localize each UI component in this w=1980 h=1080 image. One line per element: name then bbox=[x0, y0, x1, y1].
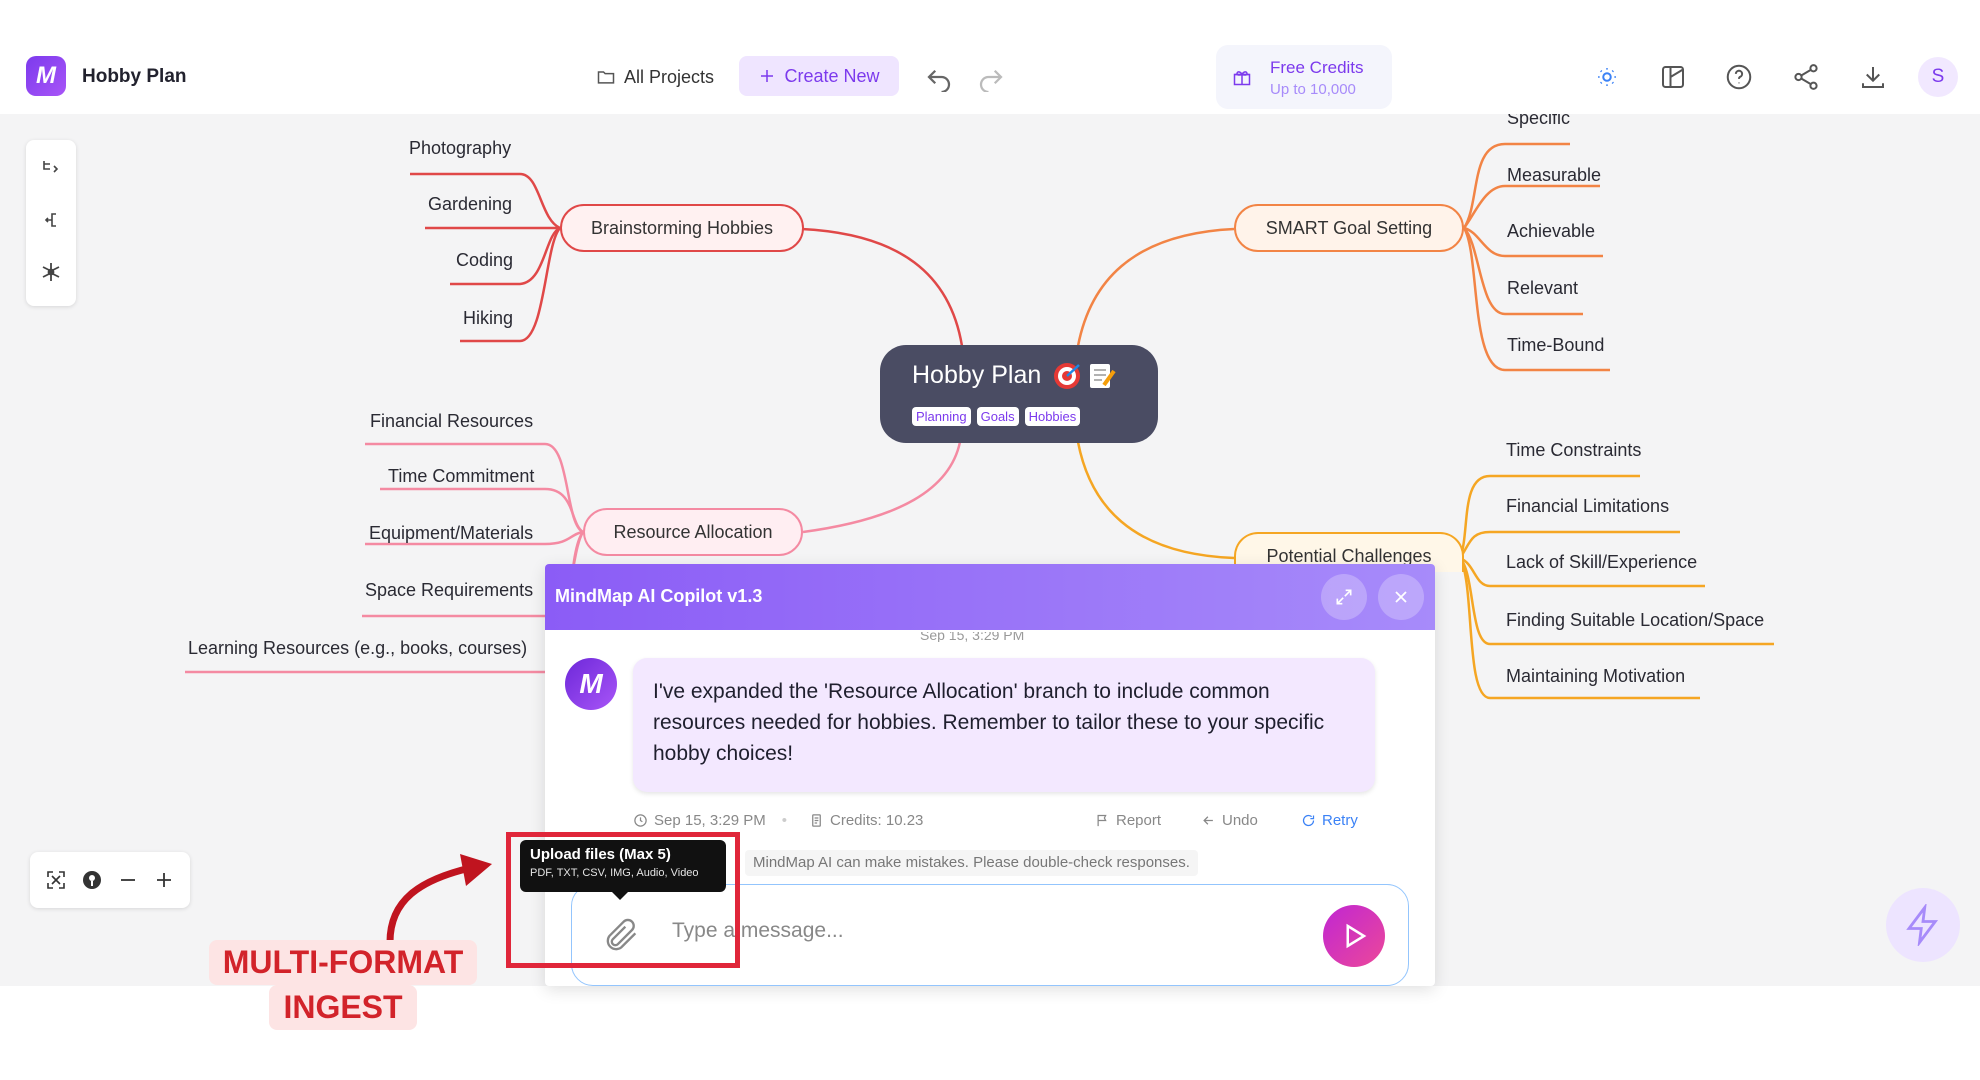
leaf-hiking[interactable]: Hiking bbox=[463, 308, 513, 329]
leaf-time-constraints[interactable]: Time Constraints bbox=[1506, 440, 1641, 461]
report-button[interactable]: Report bbox=[1095, 812, 1161, 829]
annotation-callout: MULTI-FORMAT INGEST bbox=[204, 940, 482, 1052]
undo-label: Undo bbox=[1222, 812, 1258, 829]
report-label: Report bbox=[1116, 812, 1162, 829]
plus-icon bbox=[761, 70, 774, 82]
ai-disclaimer: MindMap AI can make mistakes. Please dou… bbox=[745, 850, 1198, 876]
leaf-financial-resources[interactable]: Financial Resources bbox=[370, 411, 533, 432]
ai-quick-action-button[interactable] bbox=[1886, 888, 1960, 962]
node-smart-goal-setting[interactable]: SMART Goal Setting bbox=[1234, 204, 1464, 252]
message-timestamp: Sep 15, 3:29 PM • bbox=[633, 812, 787, 829]
undo-icon[interactable] bbox=[924, 62, 954, 92]
layout-icon[interactable] bbox=[1658, 62, 1688, 92]
share-icon[interactable] bbox=[1791, 62, 1821, 92]
send-button[interactable] bbox=[1323, 905, 1385, 967]
leaf-lack-of-skill[interactable]: Lack of Skill/Experience bbox=[1506, 552, 1697, 573]
leaf-gardening[interactable]: Gardening bbox=[428, 194, 512, 215]
tag-planning[interactable]: Planning bbox=[912, 407, 971, 426]
leaf-maintaining-motivation[interactable]: Maintaining Motivation bbox=[1506, 666, 1685, 687]
node-resource-allocation[interactable]: Resource Allocation bbox=[583, 508, 803, 556]
leaf-measurable[interactable]: Measurable bbox=[1507, 165, 1601, 186]
center-node[interactable]: Hobby Plan Planning Goals Hobbies bbox=[880, 345, 1158, 443]
retry-label: Retry bbox=[1322, 812, 1358, 829]
leaf-finding-location[interactable]: Finding Suitable Location/Space bbox=[1506, 610, 1764, 631]
send-icon bbox=[1346, 923, 1367, 949]
tag-goals[interactable]: Goals bbox=[976, 407, 1019, 426]
app-title: Hobby Plan bbox=[82, 66, 187, 87]
memo-emoji-icon bbox=[1090, 364, 1116, 388]
center-tags: Planning Goals Hobbies bbox=[912, 407, 1081, 426]
fit-view-icon[interactable] bbox=[44, 868, 68, 892]
app-root: { "header": { "app_title": "Hobby Plan",… bbox=[0, 0, 1980, 1080]
create-new-button[interactable]: Create New bbox=[739, 56, 899, 96]
leaf-relevant[interactable]: Relevant bbox=[1507, 278, 1578, 299]
assistant-message: I've expanded the 'Resource Allocation' … bbox=[633, 658, 1375, 792]
create-new-label: Create New bbox=[784, 65, 880, 86]
leaf-specific[interactable]: Specific bbox=[1507, 114, 1570, 129]
tag-hobbies[interactable]: Hobbies bbox=[1024, 407, 1081, 426]
meta-separator: • bbox=[781, 812, 788, 829]
target-emoji-icon bbox=[1054, 363, 1080, 389]
leaf-photography[interactable]: Photography bbox=[409, 138, 511, 159]
leaf-time-bound[interactable]: Time-Bound bbox=[1507, 335, 1604, 356]
message-credits: Credits: 10.23 bbox=[809, 812, 923, 829]
layout-radial-icon[interactable] bbox=[39, 260, 63, 284]
callout-line-2: INGEST bbox=[269, 985, 417, 1030]
user-avatar[interactable]: S bbox=[1918, 57, 1958, 97]
free-credits-button[interactable]: Free Credits Up to 10,000 bbox=[1216, 45, 1392, 109]
redo-icon[interactable] bbox=[976, 62, 1006, 92]
folder-icon bbox=[597, 71, 615, 84]
leaf-equipment-materials[interactable]: Equipment/Materials bbox=[369, 523, 533, 544]
credits-text: Credits: 10.23 bbox=[830, 812, 924, 829]
credits-title: Free Credits bbox=[1270, 58, 1364, 77]
zoom-out-icon[interactable] bbox=[116, 868, 140, 892]
retry-button[interactable]: Retry bbox=[1301, 812, 1358, 829]
receipt-icon bbox=[812, 814, 821, 827]
all-projects-label: All Projects bbox=[624, 66, 715, 87]
close-button[interactable] bbox=[1378, 574, 1424, 620]
zoom-in-icon[interactable] bbox=[152, 868, 176, 892]
download-icon[interactable] bbox=[1858, 62, 1888, 92]
sun-icon[interactable] bbox=[1592, 62, 1622, 92]
arrow-left-icon bbox=[1203, 816, 1213, 825]
layout-left-icon[interactable] bbox=[39, 208, 63, 232]
timestamp-text: Sep 15, 3:29 PM bbox=[654, 812, 766, 829]
top-header: M Hobby Plan All Projects Create New Fre… bbox=[0, 40, 1980, 114]
expand-button[interactable] bbox=[1321, 574, 1367, 620]
app-logo[interactable]: M bbox=[26, 56, 66, 96]
leaf-space-requirements[interactable]: Space Requirements bbox=[365, 580, 533, 601]
copilot-header: MindMap AI Copilot v1.3 bbox=[545, 564, 1435, 630]
leaf-time-commitment[interactable]: Time Commitment bbox=[388, 466, 534, 487]
message-input[interactable] bbox=[672, 913, 1272, 949]
bot-avatar: M bbox=[565, 658, 617, 710]
zoom-panel bbox=[30, 852, 190, 908]
leaf-achievable[interactable]: Achievable bbox=[1507, 221, 1595, 242]
expand-icon bbox=[1336, 589, 1352, 605]
clock-icon bbox=[634, 814, 647, 827]
credits-subtitle: Up to 10,000 bbox=[1270, 81, 1356, 98]
partial-timestamp: Sep 15, 3:29 PM bbox=[920, 632, 1025, 642]
layout-right-icon[interactable] bbox=[39, 156, 63, 180]
locate-icon[interactable] bbox=[80, 868, 104, 892]
help-icon[interactable] bbox=[1724, 62, 1754, 92]
center-node-title: Hobby Plan bbox=[912, 361, 1042, 389]
leaf-coding[interactable]: Coding bbox=[456, 250, 513, 271]
flag-icon bbox=[1097, 814, 1107, 827]
annotation-arrow-icon bbox=[386, 854, 492, 943]
leaf-financial-limitations[interactable]: Financial Limitations bbox=[1506, 496, 1669, 517]
close-icon bbox=[1395, 591, 1407, 603]
leaf-learning-resources[interactable]: Learning Resources (e.g., books, courses… bbox=[188, 638, 527, 659]
annotation-highlight-box bbox=[506, 832, 740, 968]
lightning-icon bbox=[1906, 904, 1939, 946]
copilot-title: MindMap AI Copilot v1.3 bbox=[555, 586, 763, 606]
refresh-icon bbox=[1302, 814, 1315, 827]
all-projects-button[interactable]: All Projects bbox=[590, 58, 720, 96]
gift-icon bbox=[1233, 71, 1251, 86]
node-brainstorming-hobbies[interactable]: Brainstorming Hobbies bbox=[560, 204, 804, 252]
layout-tool-panel bbox=[26, 140, 76, 306]
undo-message-button[interactable]: Undo bbox=[1201, 812, 1258, 829]
callout-line-1: MULTI-FORMAT bbox=[208, 940, 478, 985]
